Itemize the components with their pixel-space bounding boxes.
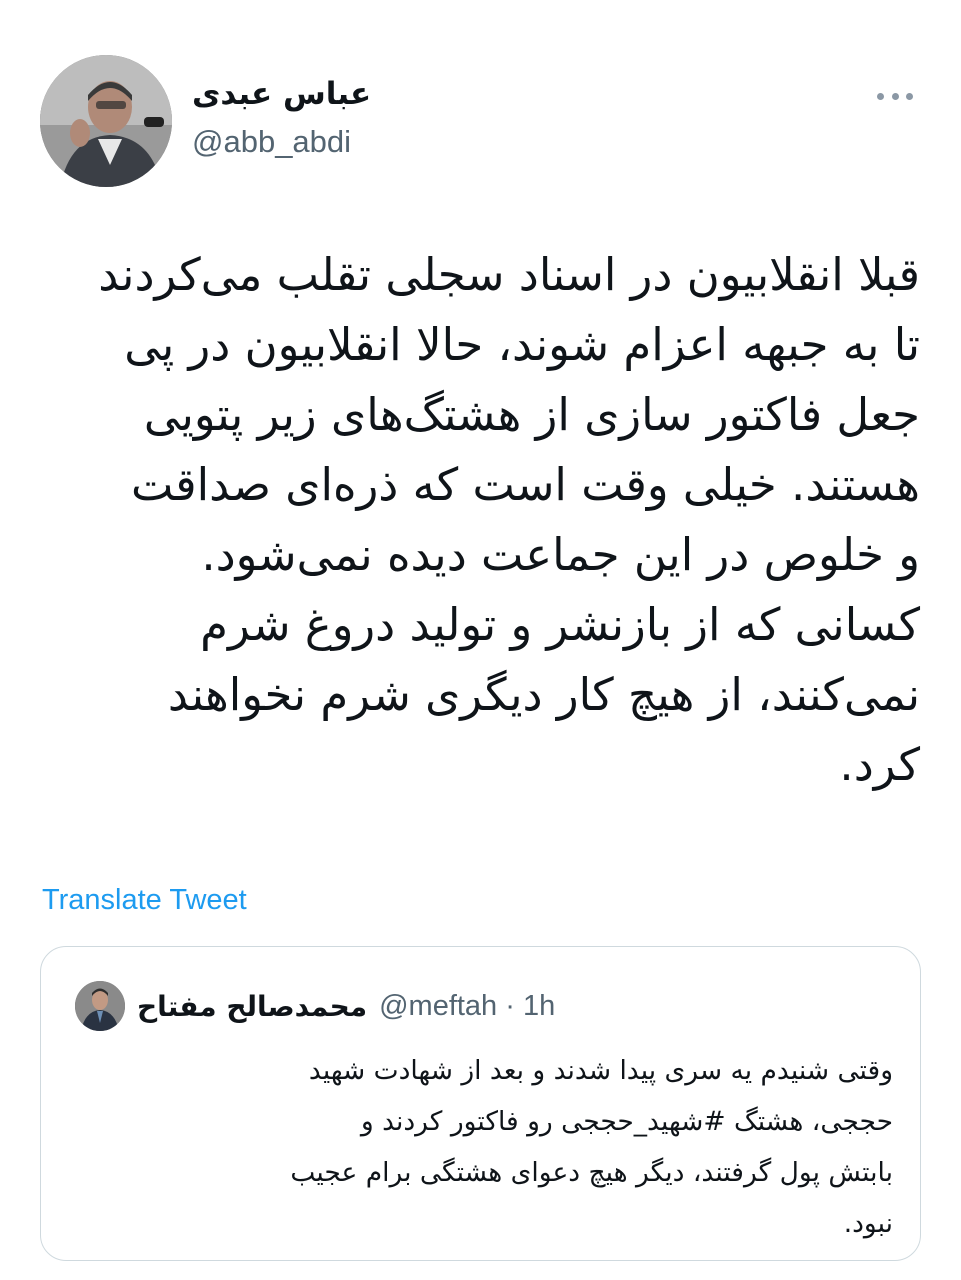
ellipsis-icon bbox=[906, 92, 913, 100]
quoted-text-line: وقتی شنیدم یه سری پیدا شدند و بعد از شها… bbox=[308, 1055, 893, 1086]
tweet-text: قبلا انقلابیون در اسناد سجلی تقلب می‌کرد… bbox=[40, 240, 920, 800]
tweet-text-line: جعل فاکتور سازی از هشتگ‌های زیر پتویی bbox=[143, 388, 920, 441]
quoted-tweet-header: محمدصالح مفتاح @meftah · 1h bbox=[75, 981, 555, 1031]
tweet-page: عباس عبدی @abb_abdi قبلا انقلابیون در اس… bbox=[0, 0, 961, 1280]
tweet-text-line: و خلوص در این جماعت دیده نمی‌شود. bbox=[201, 528, 920, 581]
author-avatar[interactable] bbox=[40, 55, 172, 187]
author-handle[interactable]: @abb_abdi bbox=[192, 122, 371, 162]
ellipsis-icon bbox=[891, 92, 899, 100]
tweet-text-line: نمی‌کنند، از هیچ کار دیگری شرم نخواهند bbox=[167, 668, 920, 721]
quoted-author-avatar-image bbox=[75, 981, 125, 1031]
quoted-text-line: حججی، هشتگ #شهید_حججی رو فاکتور کردند و bbox=[360, 1106, 893, 1137]
tweet-text-line: کرد. bbox=[839, 738, 920, 791]
author-name[interactable]: عباس عبدی bbox=[192, 74, 371, 114]
translate-tweet-link[interactable]: Translate Tweet bbox=[42, 880, 247, 920]
quoted-tweet-card[interactable]: محمدصالح مفتاح @meftah · 1h وقتی شنیدم ی… bbox=[40, 946, 921, 1261]
tweet-text-line: کسانی که از بازنشر و تولید دروغ شرم bbox=[200, 598, 920, 651]
author-info: عباس عبدی @abb_abdi bbox=[192, 74, 371, 162]
quoted-text-line: بابتش پول گرفتند، دیگر هیچ دعوای هشتگی ب… bbox=[290, 1157, 893, 1188]
quoted-author-name[interactable]: محمدصالح مفتاح bbox=[137, 990, 367, 1023]
ellipsis-icon bbox=[877, 92, 884, 100]
tweet-text-line: هستند. خیلی وقت است که ذره‌ای صداقت bbox=[130, 458, 920, 511]
quoted-author-meta: @meftah · 1h bbox=[379, 989, 556, 1022]
tweet-text-line: تا به جبهه اعزام شوند، حالا انقلابیون در… bbox=[124, 318, 920, 371]
quoted-tweet-text: وقتی شنیدم یه سری پیدا شدند و بعد از شها… bbox=[73, 1045, 893, 1249]
quoted-author-avatar[interactable] bbox=[75, 981, 125, 1031]
quoted-text-line: نبود. bbox=[843, 1208, 893, 1239]
tweet-text-line: قبلا انقلابیون در اسناد سجلی تقلب می‌کرد… bbox=[98, 248, 920, 301]
tweet-header: عباس عبدی @abb_abdi bbox=[40, 52, 921, 188]
author-avatar-image bbox=[40, 55, 172, 187]
more-options-button[interactable] bbox=[873, 76, 917, 116]
